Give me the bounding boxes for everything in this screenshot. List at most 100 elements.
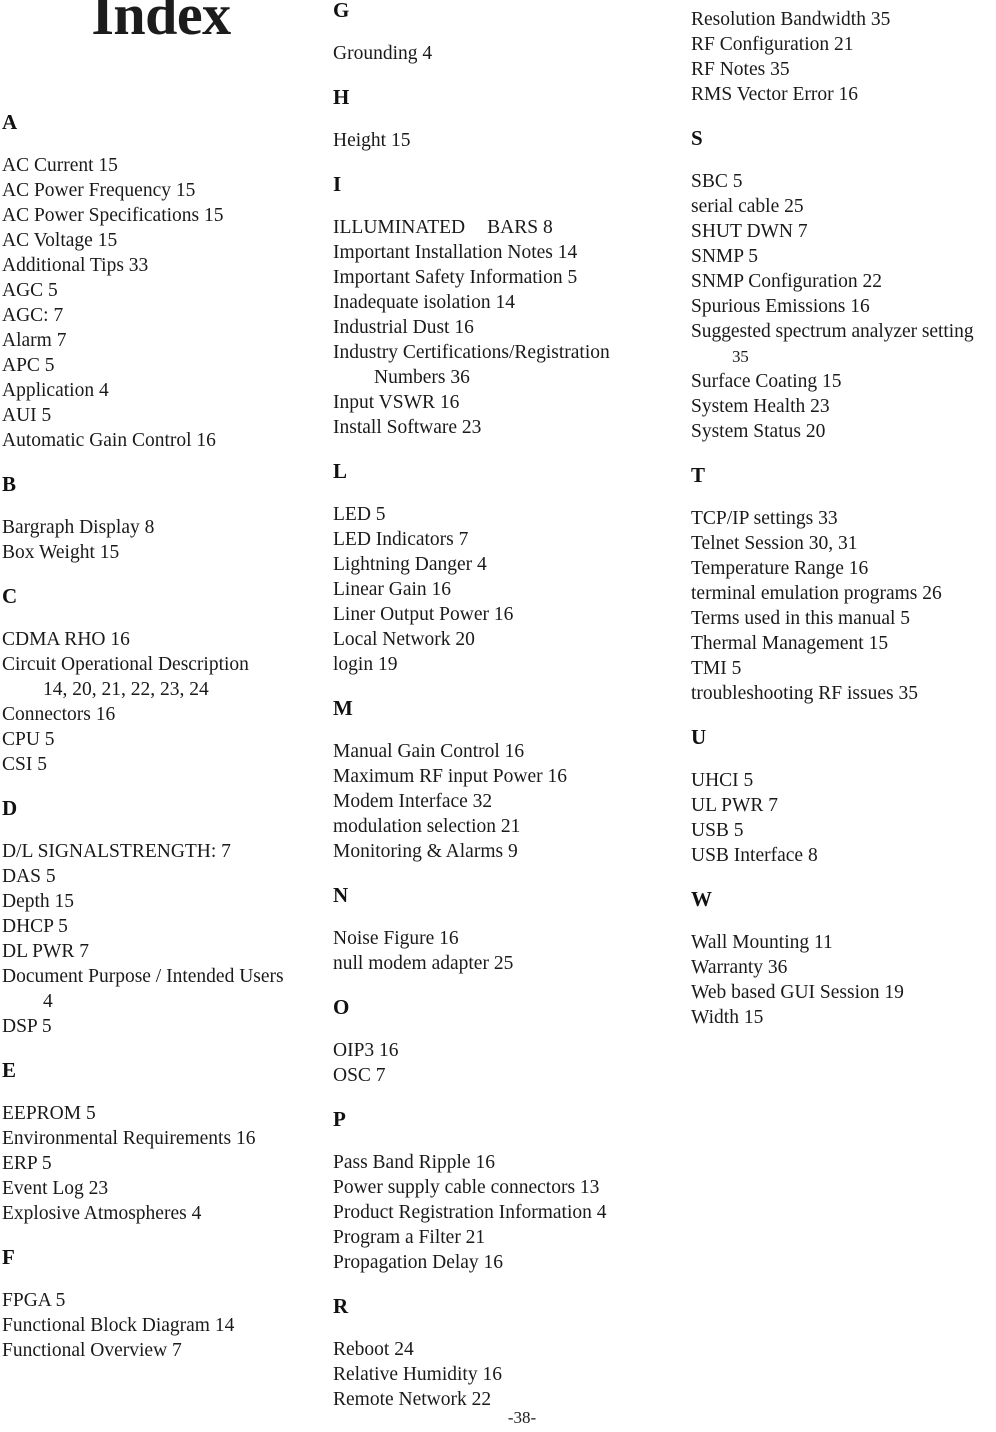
index-letter-heading-a: A (2, 110, 18, 134)
index-letter-heading-i: I (333, 172, 342, 196)
index-entry: Pass Band Ripple 16 (333, 1152, 495, 1173)
index-entry: CPU 5 (2, 729, 55, 750)
index-letter-heading-u: U (691, 725, 707, 749)
index-entry: DAS 5 (2, 866, 56, 887)
index-entry: UL PWR 7 (691, 795, 779, 816)
index-entry: Input VSWR 16 (333, 392, 460, 413)
index-entry: CSI 5 (2, 754, 47, 775)
index-group: E EEPROM 5 Environmental Requirements 16 ER… (2, 1060, 324, 1226)
index-letter-heading-h: H (333, 85, 350, 109)
index-group: U UHCI 5 UL PWR 7 USB 5 USB Interface 8 (691, 727, 996, 868)
index-entry: USB Interface 8 (691, 845, 818, 866)
index-group: B Bargraph Display 8 Box Weight 15 (2, 474, 324, 565)
index-entry: AC Current 15 (2, 155, 118, 176)
index-letter-heading-s: S (691, 126, 703, 150)
index-entry: Spurious Emissions 16 (691, 296, 870, 317)
index-entry: Wall Mounting 11 (691, 932, 833, 953)
index-entry: null modem adapter 25 (333, 953, 514, 974)
column-2-content: G Grounding 4 H Height 15 I ILLUMINATED BARS 8… (333, 0, 663, 1412)
index-group: Resolution Bandwidth 35 RF Configuration … (691, 7, 996, 107)
index-letter-heading-b: B (2, 472, 17, 496)
index-group: L LED 5 LED Indicators 7 Lightning Danger 4… (333, 461, 663, 677)
index-entry: login 19 (333, 654, 398, 675)
index-entry: SNMP Configuration 22 (691, 271, 883, 292)
index-entry: modulation selection 21 (333, 816, 521, 837)
index-entry: Local Network 20 (333, 629, 475, 650)
index-entry: Functional Block Diagram 14 (2, 1315, 235, 1336)
index-letter-heading-g: G (333, 0, 350, 22)
page-number-footer: -38- (507, 1408, 537, 1427)
index-entry: Web based GUI Session 19 (691, 982, 904, 1003)
index-group: C CDMA RHO 16 Circuit Operational Descript… (2, 586, 324, 777)
index-entry: Important Installation Notes 14 (333, 242, 578, 263)
index-group: R Reboot 24 Relative Humidity 16 Remote Net… (333, 1296, 663, 1412)
index-entry: Industry Certifications/Registration (333, 342, 610, 363)
index-entry: AGC 5 (2, 280, 58, 301)
index-entry: Alarm 7 (2, 330, 67, 351)
index-entry-continuation: 35 (732, 347, 749, 366)
index-entry: OIP3 16 (333, 1040, 399, 1061)
index-entry: Resolution Bandwidth 35 (691, 9, 891, 30)
index-entry: Telnet Session 30, 31 (691, 533, 858, 554)
index-entry: AUI 5 (2, 405, 52, 426)
index-entry: AC Voltage 15 (2, 230, 118, 251)
index-entry: Maximum RF input Power 16 (333, 766, 568, 787)
index-entry: Explosive Atmospheres 4 (2, 1203, 202, 1224)
index-entry: Box Weight 15 (2, 542, 120, 563)
index-entry: terminal emulation programs 26 (691, 583, 942, 604)
index-entry: System Health 23 (691, 396, 830, 417)
index-entry: Bargraph Display 8 (2, 517, 155, 538)
index-entry: Grounding 4 (333, 43, 433, 64)
index-entry: Inadequate isolation 14 (333, 292, 515, 313)
index-entry: TCP/IP settings 33 (691, 508, 838, 529)
index-entry: SHUT DWN 7 (691, 221, 808, 242)
index-entry: Manual Gain Control 16 (333, 741, 525, 762)
index-entry: Relative Humidity 16 (333, 1364, 502, 1385)
index-letter-heading-f: F (2, 1245, 15, 1269)
index-entry: Linear Gain 16 (333, 579, 452, 600)
index-columns: A AC Current 15 AC Power Frequency 15 AC Po… (0, 0, 996, 1410)
index-entry-continuation: 4 (43, 991, 53, 1012)
index-entry: UHCI 5 (691, 770, 754, 791)
index-letter-heading-t: T (691, 463, 706, 487)
index-group: A AC Current 15 AC Power Frequency 15 AC Po… (2, 112, 324, 453)
index-entry: OSC 7 (333, 1065, 386, 1086)
index-entry: CDMA RHO 16 (2, 629, 130, 650)
column-3-content: Resolution Bandwidth 35 RF Configuration … (691, 0, 996, 1030)
index-entry: Additional Tips 33 (2, 255, 149, 276)
index-entry: RF Configuration 21 (691, 34, 854, 55)
index-group: I ILLUMINATED BARS 8 Important Installation… (333, 174, 663, 440)
index-entry: FPGA 5 (2, 1290, 66, 1311)
index-entry: Modem Interface 32 (333, 791, 493, 812)
index-group: P Pass Band Ripple 16 Power supply cable c… (333, 1109, 663, 1275)
index-group: O OIP3 16 OSC 7 (333, 997, 663, 1088)
index-entry: Propagation Delay 16 (333, 1252, 504, 1273)
index-entry: Temperature Range 16 (691, 558, 869, 579)
index-group: N Noise Figure 16 null modem adapter 25 (333, 885, 663, 976)
index-entry: Reboot 24 (333, 1339, 414, 1360)
index-entry: Program a Filter 21 (333, 1227, 486, 1248)
index-letter-heading-l: L (333, 459, 348, 483)
index-entry: Important Safety Information 5 (333, 267, 578, 288)
index-entry: Suggested spectrum analyzer setting (691, 321, 974, 342)
index-letter-heading-e: E (2, 1058, 17, 1082)
index-entry: Event Log 23 (2, 1178, 109, 1199)
index-entry: Connectors 16 (2, 704, 116, 725)
index-entry: Document Purpose / Intended Users (2, 966, 284, 987)
index-entry: Monitoring & Alarms 9 (333, 841, 518, 862)
index-entry-text: ILLUMINATED (333, 217, 466, 238)
index-entry: Product Registration Information 4 (333, 1202, 607, 1223)
index-entry: Depth 15 (2, 891, 75, 912)
index-entry: Height 15 (333, 130, 411, 151)
index-entry: RMS Vector Error 16 (691, 84, 858, 105)
index-group: D D/L SIGNALSTRENGTH: 7 DAS 5 Depth 15 DHCP … (2, 798, 324, 1039)
index-group: G Grounding 4 (333, 0, 663, 66)
index-entry: DHCP 5 (2, 916, 68, 937)
index-entry: Liner Output Power 16 (333, 604, 514, 625)
index-entry: Environmental Requirements 16 (2, 1128, 256, 1149)
index-group: W Wall Mounting 11 Warranty 36 Web based GU… (691, 889, 996, 1030)
index-entry: APC 5 (2, 355, 55, 376)
index-entry: Lightning Danger 4 (333, 554, 487, 575)
index-letter-heading-p: P (333, 1107, 346, 1131)
index-entry: Noise Figure 16 (333, 928, 459, 949)
